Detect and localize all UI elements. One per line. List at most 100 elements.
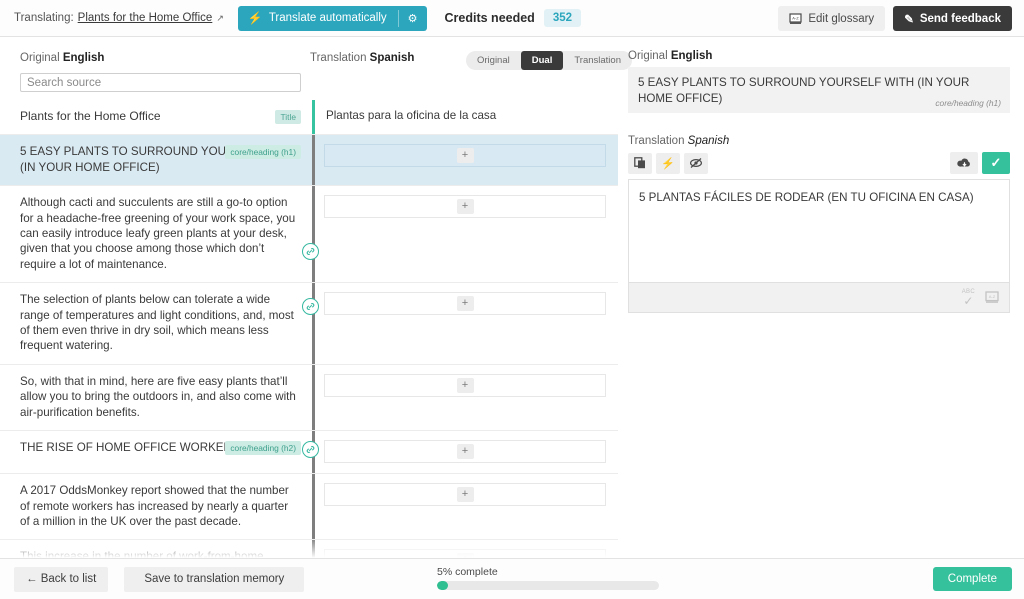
segment-source-cell[interactable]: 5 EASY PLANTS TO SURROUND YOURSELF WITH … [0,135,310,185]
segment-source-cell[interactable]: This increase in the number of work-from… [0,540,310,558]
translation-textarea[interactable]: 5 PLANTAS FÁCILES DE RODEAR (EN TU OFICI… [628,179,1010,283]
segment-target-cell[interactable]: + [315,540,618,558]
detail-translation-prefix: Translation [628,135,685,147]
save-to-cloud-icon[interactable] [950,152,978,174]
translation-toolbar: ⚡ ✓ [628,152,1010,174]
save-to-translation-memory-button[interactable]: Save to translation memory [124,566,305,592]
view-mode-toggle[interactable]: Original Dual Translation [466,51,632,70]
segment-target-cell[interactable]: + [315,186,618,282]
segment-target-cell[interactable]: + [315,135,618,185]
bolt-icon: ⚡ [247,11,263,25]
source-language: English [62,52,105,64]
top-toolbar: Translating: Plants for the Home Office … [0,0,1024,37]
target-column-header: Translation Spanish [310,52,414,64]
translation-text: 5 PLANTAS FÁCILES DE RODEAR (EN TU OFICI… [639,191,974,204]
view-mode-original[interactable]: Original [466,51,521,70]
add-translation-button[interactable]: + [456,377,474,393]
confirm-translation-button[interactable]: ✓ [982,152,1010,174]
copy-source-icon[interactable] [628,152,652,174]
segment-source-text: Plants for the Home Office [20,109,161,123]
spellcheck-icon[interactable]: ABC ✓ [962,289,975,307]
empty-translation-slot[interactable]: + [324,373,606,397]
translate-auto-label: Translate automatically [268,12,387,24]
segment-target-cell[interactable]: + [315,365,618,430]
empty-translation-slot[interactable]: + [324,483,606,507]
add-translation-button[interactable]: + [456,444,474,460]
glossary-book-icon: A-Z [789,12,802,24]
add-translation-button[interactable]: + [456,487,474,503]
translating-breadcrumb: Translating: Plants for the Home Office … [14,12,224,24]
panel-glossary-icon[interactable]: A-Z [985,291,999,304]
segment-list[interactable]: Plants for the Home Office Title Plantas p… [0,100,618,558]
segment-source-cell[interactable]: So, with that in mind, here are five eas… [0,365,310,430]
segment-source-text: This increase in the number of work-from… [20,550,264,558]
search-source-input[interactable] [20,73,301,92]
translation-footer: ABC ✓ A-Z [628,283,1010,313]
translation-editor-app: Translating: Plants for the Home Office … [0,0,1024,599]
add-translation-button[interactable]: + [456,296,474,312]
segment-row[interactable]: This increase in the number of work-from… [0,540,618,558]
hide-toggle-icon[interactable] [684,152,708,174]
empty-translation-slot[interactable]: + [324,195,606,219]
document-name-link[interactable]: Plants for the Home Office [78,12,213,24]
detail-original-tag: core/heading (h1) [935,98,1001,108]
external-link-icon[interactable]: ↗ [216,13,224,24]
progress-indicator: 5% complete [437,566,659,590]
detail-original-prefix: Original [628,50,668,62]
segment-target-cell[interactable]: + [315,474,618,539]
segment-target-cell[interactable]: + [315,431,618,473]
empty-translation-slot[interactable]: + [324,144,606,168]
eye-slash-icon [689,158,703,168]
checkmark-icon: ✓ [990,155,1002,170]
translate-automatically-button[interactable]: ⚡ Translate automatically ⚙ [237,5,427,31]
credits-value-badge: 352 [543,9,582,27]
credits-needed: Credits needed 352 [445,9,582,27]
segment-target-cell[interactable]: Plantas para la oficina de la casa [315,100,618,134]
source-column-header: Original English [20,52,104,64]
spellcheck-check-icon: ✓ [963,293,974,308]
svg-text:A-Z: A-Z [989,294,996,299]
gear-icon[interactable]: ⚙ [399,6,427,31]
segment-row[interactable]: The selection of plants below can tolera… [0,283,618,365]
segment-source-cell[interactable]: A 2017 OddsMonkey report showed that the… [0,474,310,539]
cloud-download-icon [956,158,970,167]
edit-glossary-button[interactable]: A-Z Edit glossary [778,6,886,31]
add-translation-button[interactable]: + [456,148,474,164]
pencil-icon: ✎ [904,13,914,26]
segment-target-cell[interactable]: + [315,283,618,364]
segment-row[interactable]: 5 EASY PLANTS TO SURROUND YOURSELF WITH … [0,135,618,187]
segment-source-cell[interactable]: THE RISE OF HOME OFFICE WORKERS core/head… [0,431,310,473]
segment-detail-panel: Original English 5 EASY PLANTS TO SURROU… [628,50,1010,313]
complete-button[interactable]: Complete [932,567,1012,591]
translate-auto-main[interactable]: ⚡ Translate automatically [238,6,398,31]
segment-row[interactable]: Plants for the Home Office Title Plantas p… [0,100,618,136]
segment-source-text: Although cacti and succulents are still … [20,196,296,271]
send-feedback-button[interactable]: ✎ Send feedback [893,6,1012,31]
target-prefix: Translation [310,52,367,64]
segment-link-icon[interactable] [302,243,319,260]
copy-icon-glyph [634,157,645,169]
segment-row[interactable]: A 2017 OddsMonkey report showed that the… [0,474,618,541]
empty-translation-slot[interactable]: + [324,549,606,558]
add-translation-button[interactable]: + [456,199,474,215]
segment-type-tag: Title [275,110,301,124]
segment-source-cell[interactable]: Plants for the Home Office Title [0,100,310,134]
progress-track [437,581,659,590]
segment-link-icon[interactable] [302,298,319,315]
empty-translation-slot[interactable]: + [324,292,606,316]
translating-prefix: Translating: [14,12,74,24]
progress-label: 5% complete [437,566,498,578]
top-toolbar-right: A-Z Edit glossary ✎ Send feedback [778,6,1012,31]
back-to-list-button[interactable]: ← Back to list [14,566,109,592]
segment-source-cell[interactable]: Although cacti and succulents are still … [0,186,310,282]
segment-row[interactable]: So, with that in mind, here are five eas… [0,364,618,432]
view-mode-translation[interactable]: Translation [563,51,632,70]
segment-row[interactable]: Although cacti and succulents are still … [0,186,618,284]
machine-translate-icon[interactable]: ⚡ [656,152,680,174]
view-mode-dual[interactable]: Dual [520,51,564,70]
segment-source-cell[interactable]: The selection of plants below can tolera… [0,283,310,364]
segment-link-icon[interactable] [302,441,319,458]
empty-translation-slot[interactable]: + [324,440,606,464]
send-feedback-label: Send feedback [919,12,1001,25]
detail-translation-language: Spanish [687,135,730,147]
